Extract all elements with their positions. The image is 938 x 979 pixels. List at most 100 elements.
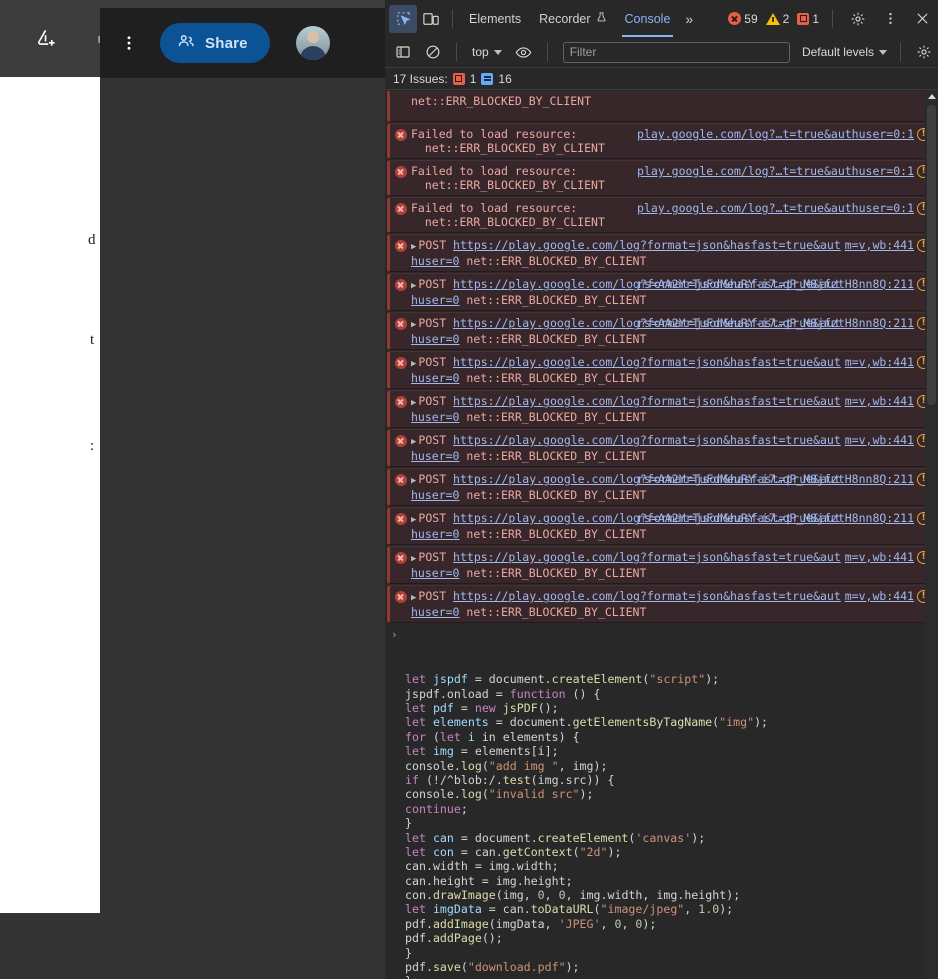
message-icon-slot [390, 355, 411, 385]
console-message-row[interactable]: ▶POST https://play.google.com/log?format… [387, 234, 934, 272]
console-message-row[interactable]: ▶POST https://play.google.com/log?format… [387, 585, 934, 623]
expand-arrow-icon[interactable]: ▶ [411, 515, 416, 525]
message-text: ▶POST https://play.google.com/log?format… [411, 550, 930, 580]
message-text: ▶POST https://play.google.com/log?format… [411, 316, 930, 346]
console-message-row[interactable]: net::ERR_BLOCKED_BY_CLIENT [387, 91, 934, 122]
close-icon[interactable] [908, 5, 936, 33]
tab-elements[interactable]: Elements [460, 0, 530, 37]
code-line: can.height = img.height; [405, 874, 932, 888]
request-url-link-cont[interactable]: huser=0 [411, 410, 459, 424]
source-location-link[interactable]: play.google.com/log?…t=true&authuser=0:1 [637, 164, 914, 178]
request-url-link-cont[interactable]: huser=0 [411, 449, 459, 463]
console-message-row[interactable]: Failed to load resource: net::ERR_BLOCKE… [387, 160, 934, 196]
request-url-link-cont[interactable]: huser=0 [411, 254, 459, 268]
source-location-link[interactable]: m=v,wb:441 [845, 355, 914, 369]
source-location-link[interactable]: m=v,wb:441 [845, 589, 914, 603]
document-page[interactable]: dt: [0, 70, 100, 913]
source-location-link[interactable]: rs=AA2YrTuFdMeuRY-i7…qP_M8jfztH8nn8Q:211 [637, 511, 914, 525]
expand-arrow-icon[interactable]: ▶ [411, 554, 416, 564]
request-url-link[interactable]: https://play.google.com/log?format=json&… [453, 433, 841, 447]
request-url-link[interactable]: https://play.google.com/log?format=json&… [453, 355, 841, 369]
avatar-body [300, 46, 326, 60]
console-message-row[interactable]: ▶POST https://play.google.com/log?format… [387, 273, 934, 311]
console-message-row[interactable]: Failed to load resource: net::ERR_BLOCKE… [387, 197, 934, 233]
issue-badge-icon [797, 13, 809, 25]
expand-arrow-icon[interactable]: ▶ [411, 281, 416, 291]
tab-console[interactable]: Console [616, 0, 680, 37]
console-message-row[interactable]: ▶POST https://play.google.com/log?format… [387, 351, 934, 389]
request-url-link-cont[interactable]: huser=0 [411, 488, 459, 502]
warning-counter[interactable]: 2 [764, 12, 792, 26]
expand-arrow-icon[interactable]: ▶ [411, 359, 416, 369]
message-icon-slot [390, 277, 411, 307]
scrollbar-thumb[interactable] [927, 105, 936, 405]
code-line: console.log("add img ", img); [405, 759, 932, 773]
console-message-row[interactable]: ▶POST https://play.google.com/log?format… [387, 390, 934, 428]
more-vertical-icon[interactable] [110, 24, 148, 62]
user-avatar[interactable] [296, 26, 330, 60]
execution-context-select[interactable]: top [466, 45, 508, 59]
source-location-link[interactable]: rs=AA2YrTuFdMeuRY-i7…qP_M8jfztH8nn8Q:211 [637, 277, 914, 291]
scrollbar-up-arrow-icon[interactable] [928, 94, 936, 99]
expand-arrow-icon[interactable]: ▶ [411, 593, 416, 603]
request-url-link-cont[interactable]: huser=0 [411, 293, 459, 307]
expand-arrow-icon[interactable]: ▶ [411, 398, 416, 408]
clear-console-icon[interactable] [419, 38, 447, 66]
console-scrollbar[interactable] [925, 91, 938, 979]
issue-counter[interactable]: 1 [795, 12, 821, 26]
request-url-link[interactable]: https://play.google.com/log?format=json&… [453, 550, 841, 564]
error-counter[interactable]: 59 [726, 12, 759, 26]
source-location-link[interactable]: m=v,wb:441 [845, 550, 914, 564]
inspect-element-icon[interactable] [389, 5, 417, 33]
request-url-link-cont[interactable]: huser=0 [411, 527, 459, 541]
error-count: 59 [744, 12, 757, 26]
request-url-link-cont[interactable]: huser=0 [411, 605, 459, 619]
console-message-row[interactable]: ▶POST https://play.google.com/log?format… [387, 312, 934, 350]
tab-recorder[interactable]: Recorder [530, 0, 615, 37]
expand-arrow-icon[interactable]: ▶ [411, 242, 416, 252]
request-url-link-cont[interactable]: huser=0 [411, 371, 459, 385]
request-url-link[interactable]: https://play.google.com/log?format=json&… [453, 394, 841, 408]
request-url-link-cont[interactable]: huser=0 [411, 332, 459, 346]
filter-input[interactable] [563, 42, 790, 63]
source-location-link[interactable]: play.google.com/log?…t=true&authuser=0:1 [637, 127, 914, 141]
source-location-link[interactable]: m=v,wb:441 [845, 394, 914, 408]
source-location-link[interactable]: rs=AA2YrTuFdMeuRY-i7…qP_M8jfztH8nn8Q:211 [637, 472, 914, 486]
code-line: continue; [405, 802, 932, 816]
more-tabs-button[interactable]: » [679, 11, 699, 27]
source-location-link[interactable]: play.google.com/log?…t=true&authuser=0:1 [637, 201, 914, 215]
prompt-chevron-icon: › [391, 628, 398, 642]
message-source-group: rs=AA2YrTuFdMeuRY-i7…qP_M8jfztH8nn8Q:211 [637, 511, 930, 525]
expand-arrow-icon[interactable]: ▶ [411, 476, 416, 486]
tab-elements-label: Elements [469, 12, 521, 26]
source-location-link[interactable]: m=v,wb:441 [845, 238, 914, 252]
share-button[interactable]: Share [160, 23, 270, 63]
source-location-link[interactable]: rs=AA2YrTuFdMeuRY-i7…qP_M8jfztH8nn8Q:211 [637, 316, 914, 330]
live-expression-icon[interactable] [510, 38, 538, 66]
console-log-list[interactable]: net::ERR_BLOCKED_BY_CLIENTFailed to load… [385, 91, 938, 979]
request-url-link[interactable]: https://play.google.com/log?format=json&… [453, 589, 841, 603]
gear-icon[interactable] [844, 5, 872, 33]
console-settings-icon[interactable] [910, 38, 938, 66]
request-url-link[interactable]: https://play.google.com/log?format=json&… [453, 238, 841, 252]
console-message-row[interactable]: ▶POST https://play.google.com/log?format… [387, 546, 934, 584]
console-message-row[interactable]: ▶POST https://play.google.com/log?format… [387, 468, 934, 506]
log-levels-select[interactable]: Default levels [798, 45, 891, 59]
message-icon-slot [390, 589, 411, 619]
message-icon-slot [390, 550, 411, 580]
console-message-row[interactable]: Failed to load resource: net::ERR_BLOCKE… [387, 123, 934, 159]
issues-bar[interactable]: 17 Issues: 1 16 [385, 68, 938, 90]
console-prompt-entry[interactable]: › let jspdf = document.createElement("sc… [385, 627, 938, 979]
code-line: } [405, 816, 932, 830]
console-sidebar-icon[interactable] [389, 38, 417, 66]
device-toolbar-icon[interactable] [417, 5, 445, 33]
more-options-icon[interactable] [876, 5, 904, 33]
console-message-row[interactable]: ▶POST https://play.google.com/log?format… [387, 429, 934, 467]
request-url-link-cont[interactable]: huser=0 [411, 566, 459, 580]
source-location-link[interactable]: m=v,wb:441 [845, 433, 914, 447]
error-icon [395, 513, 407, 525]
console-message-row[interactable]: ▶POST https://play.google.com/log?format… [387, 507, 934, 545]
expand-arrow-icon[interactable]: ▶ [411, 320, 416, 330]
expand-arrow-icon[interactable]: ▶ [411, 437, 416, 447]
add-person-icon[interactable] [27, 20, 65, 58]
